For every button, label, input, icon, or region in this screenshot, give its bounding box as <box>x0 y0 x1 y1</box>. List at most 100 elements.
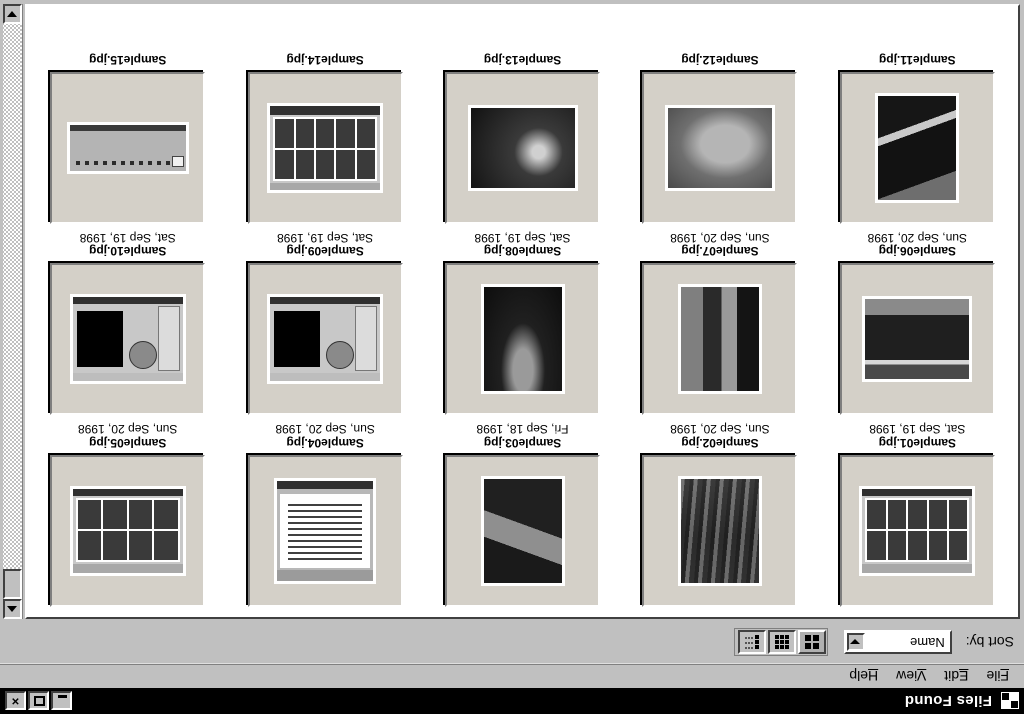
thumbnail-image <box>875 92 960 203</box>
scrollbar-thumb[interactable] <box>3 569 22 599</box>
thumbnail-tile[interactable] <box>247 263 403 416</box>
thumbnail-caption: Sample10.jpg Sat, Sep 19, 1998 <box>79 230 176 259</box>
menu-item-help[interactable]: Help <box>840 667 887 687</box>
file-name: Sample11.jpg <box>878 52 956 67</box>
close-button[interactable]: × <box>5 691 26 711</box>
thumbnail-caption: Sample14.jpg <box>286 52 363 67</box>
thumbnail-tile[interactable] <box>839 71 995 224</box>
menu-item-view[interactable]: View <box>887 667 935 687</box>
list-item[interactable]: Sample05.jpg Sun, Sep 20, 1998 <box>29 421 226 613</box>
menu-file-mnemonic: F <box>1000 668 1009 685</box>
thumbnail-tile[interactable] <box>445 263 601 416</box>
file-name: Sample03.jpg <box>483 436 562 450</box>
medium-thumbnails-view-button[interactable] <box>767 630 796 655</box>
rotated-screen-container: Files Found × File Edit View Help Sort b… <box>0 0 1024 714</box>
thumbnail-image <box>859 486 976 576</box>
menu-item-edit[interactable]: Edit <box>935 667 977 687</box>
file-date: Sat, Sep 19, 1998 <box>474 230 571 245</box>
thumbnail-image <box>480 476 565 586</box>
scroll-up-arrow[interactable] <box>3 599 22 619</box>
thumbnail-tile[interactable] <box>50 263 206 416</box>
maximize-button[interactable] <box>28 691 49 711</box>
thumbnail-tile[interactable] <box>642 71 798 224</box>
menu-bar: File Edit View Help <box>0 664 1024 688</box>
thumbnail-tile[interactable] <box>642 455 798 607</box>
thumbnail-tile[interactable] <box>50 455 206 607</box>
window-controls: × <box>2 691 72 711</box>
thumbnail-tile[interactable] <box>839 455 995 607</box>
vertical-scrollbar[interactable] <box>3 4 23 619</box>
scroll-down-arrow[interactable] <box>3 4 22 24</box>
scrollbar-track[interactable] <box>3 24 22 599</box>
file-date: Sun, Sep 20, 1998 <box>275 422 375 437</box>
thumbnail-caption: Sample11.jpg <box>878 52 956 67</box>
thumbnail-caption: Sample15.jpg <box>89 52 167 67</box>
menu-help-rest: elp <box>849 668 869 685</box>
list-item[interactable]: Sample10.jpg Sat, Sep 19, 1998 <box>29 230 226 422</box>
file-date: Sat, Sep 19, 1998 <box>277 230 374 245</box>
thumbnail-tile[interactable] <box>445 71 601 224</box>
thumbnail-tile[interactable] <box>445 455 601 607</box>
thumbnail-tile[interactable] <box>642 263 798 416</box>
list-item[interactable]: Sample07.jpg Sun, Sep 20, 1998 <box>621 230 818 422</box>
file-name: Sample09.jpg <box>286 244 364 259</box>
thumbnail-caption: Sample03.jpg Fri, Sep 18, 1998 <box>476 421 569 450</box>
large-thumbnails-view-button[interactable] <box>797 630 826 655</box>
sort-by-dropdown[interactable]: Name <box>843 630 952 655</box>
list-item[interactable]: Sample04.jpg Sun, Sep 20, 1998 <box>226 421 423 613</box>
file-date: Sun, Sep 20, 1998 <box>670 230 770 245</box>
list-item[interactable]: Sample15.jpg <box>29 52 226 230</box>
thumbnail-list-pane[interactable]: Sample01.jpg Sat, Sep 19, 1998 Sample02.… <box>25 4 1020 619</box>
thumbnail-image <box>274 478 377 584</box>
files-found-window: Files Found × File Edit View Help Sort b… <box>0 0 1024 714</box>
list-item[interactable]: Sample06.jpg Sun, Sep 20, 1998 <box>819 230 1016 422</box>
list-item[interactable]: Sample09.jpg Sat, Sep 19, 1998 <box>226 230 423 422</box>
mini-screenshot-art <box>72 489 183 573</box>
menu-help-mnemonic: H <box>868 668 879 685</box>
minimize-button[interactable] <box>51 691 72 711</box>
file-date: Sat, Sep 19, 1998 <box>869 422 966 437</box>
chevron-down-icon[interactable] <box>846 633 865 652</box>
list-item[interactable]: Sample08.jpg Sat, Sep 19, 1998 <box>424 230 621 422</box>
list-item[interactable]: Sample02.jpg Sun, Sep 20, 1998 <box>621 421 818 613</box>
file-date: Fri, Sep 18, 1998 <box>476 422 569 437</box>
thumbnail-tile[interactable] <box>247 455 403 607</box>
list-item[interactable]: Sample11.jpg <box>819 52 1016 230</box>
list-item[interactable]: Sample03.jpg Fri, Sep 18, 1998 <box>424 421 621 613</box>
thumbnail-image <box>467 104 578 191</box>
mini-grid-art <box>77 500 178 560</box>
menu-file-rest: ile <box>986 668 1001 685</box>
thumbnail-image <box>862 296 973 383</box>
thumbnail-tile[interactable] <box>839 263 995 416</box>
grid-3x3-icon <box>774 635 789 650</box>
list-item[interactable]: Sample01.jpg Sat, Sep 19, 1998 <box>819 421 1016 613</box>
file-date: Sat, Sep 19, 1998 <box>79 230 176 245</box>
file-name: Sample06.jpg <box>878 244 956 259</box>
list-icon <box>744 635 759 650</box>
mini-screenshot-art <box>277 481 374 581</box>
thumbnail-tile[interactable] <box>247 71 403 224</box>
thumbnail-image <box>677 476 762 586</box>
list-item[interactable]: Sample14.jpg <box>226 52 423 230</box>
view-mode-button-group <box>733 628 828 657</box>
thumbnail-image <box>69 294 186 385</box>
sort-by-label: Sort by: <box>965 634 1014 651</box>
mini-screenshot-art <box>862 489 973 573</box>
title-bar[interactable]: Files Found × <box>0 688 1024 714</box>
list-item[interactable]: Sample12.jpg <box>621 52 818 230</box>
menu-edit-rest: dit <box>944 668 960 685</box>
list-view-button[interactable] <box>737 630 766 655</box>
file-name: Sample13.jpg <box>483 52 562 67</box>
list-item[interactable]: Sample13.jpg <box>424 52 621 230</box>
thumbnail-image <box>267 294 384 385</box>
thumbnail-caption: Sample09.jpg Sat, Sep 19, 1998 <box>277 230 374 259</box>
thumbnail-image <box>480 284 565 395</box>
menu-item-file[interactable]: File <box>977 667 1018 687</box>
thumbnail-image <box>677 284 762 395</box>
mini-grid-art <box>275 118 376 179</box>
mini-toolbar-art <box>69 124 186 171</box>
menu-edit-mnemonic: E <box>959 668 969 685</box>
thumbnail-caption: Sample04.jpg Sun, Sep 20, 1998 <box>275 421 375 450</box>
thumbnail-tile[interactable] <box>50 71 206 224</box>
file-name: Sample15.jpg <box>89 52 167 67</box>
